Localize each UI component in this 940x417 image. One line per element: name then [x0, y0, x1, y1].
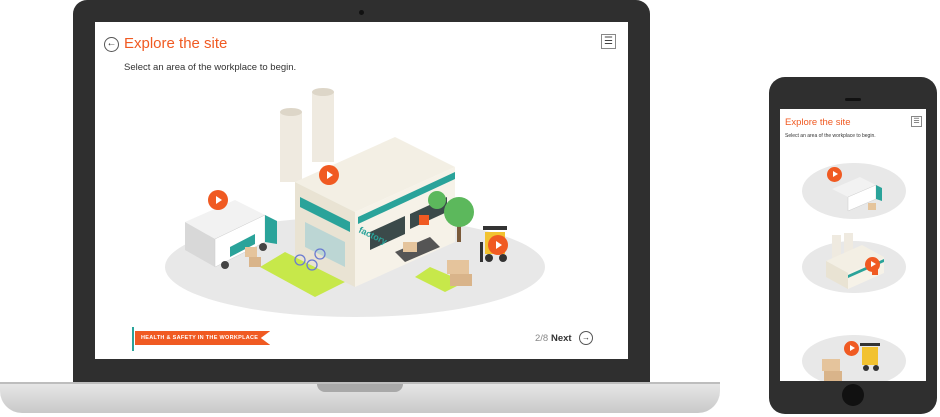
- phone-speaker: [845, 98, 861, 101]
- banner-pole: [132, 327, 134, 351]
- laptop: ← Explore the site ☰ Select an area of t…: [73, 0, 650, 384]
- phone-play-button-factory[interactable]: [865, 257, 880, 272]
- hamburger-menu-icon: ☰: [913, 118, 920, 125]
- page-subtitle: Select an area of the workplace to begin…: [124, 62, 297, 73]
- phone-screen: Explore the site ☰ Select an area of the…: [780, 109, 926, 381]
- page-title: Explore the site: [124, 35, 228, 52]
- phone-play-button-truck[interactable]: [827, 167, 842, 182]
- next-label[interactable]: Next: [551, 333, 572, 344]
- play-button-truck[interactable]: [208, 190, 228, 210]
- camera-dot: [359, 10, 364, 15]
- phone-card-truck: [802, 163, 906, 219]
- phone-card-factory: [802, 233, 906, 293]
- phone-play-button-forklift[interactable]: [844, 341, 859, 356]
- page-counter: 2/8: [535, 333, 549, 344]
- phone-menu-button[interactable]: ☰: [911, 116, 922, 127]
- course-banner: HEALTH & SAFETY IN THE WORKPLACE: [135, 331, 271, 345]
- play-button-factory[interactable]: [319, 165, 339, 185]
- laptop-screen: ← Explore the site ☰ Select an area of t…: [95, 22, 628, 359]
- laptop-base: [0, 382, 720, 413]
- phone-page-title: Explore the site: [785, 117, 851, 128]
- back-button[interactable]: ←: [104, 37, 119, 52]
- laptop-notch: [317, 384, 403, 392]
- arrow-left-icon: ←: [106, 38, 117, 49]
- arrow-right-icon: →: [582, 333, 590, 342]
- devices-mockup: ← Explore the site ☰ Select an area of t…: [0, 0, 940, 417]
- phone-home-button[interactable]: [842, 384, 864, 406]
- phone: Explore the site ☰ Select an area of the…: [769, 77, 937, 414]
- play-button-forklift[interactable]: [488, 235, 508, 255]
- phone-page-subtitle: Select an area of the workplace to begin…: [785, 133, 876, 139]
- next-button[interactable]: →: [579, 331, 593, 345]
- menu-button[interactable]: ☰: [601, 34, 616, 49]
- hamburger-menu-icon: ☰: [604, 36, 613, 47]
